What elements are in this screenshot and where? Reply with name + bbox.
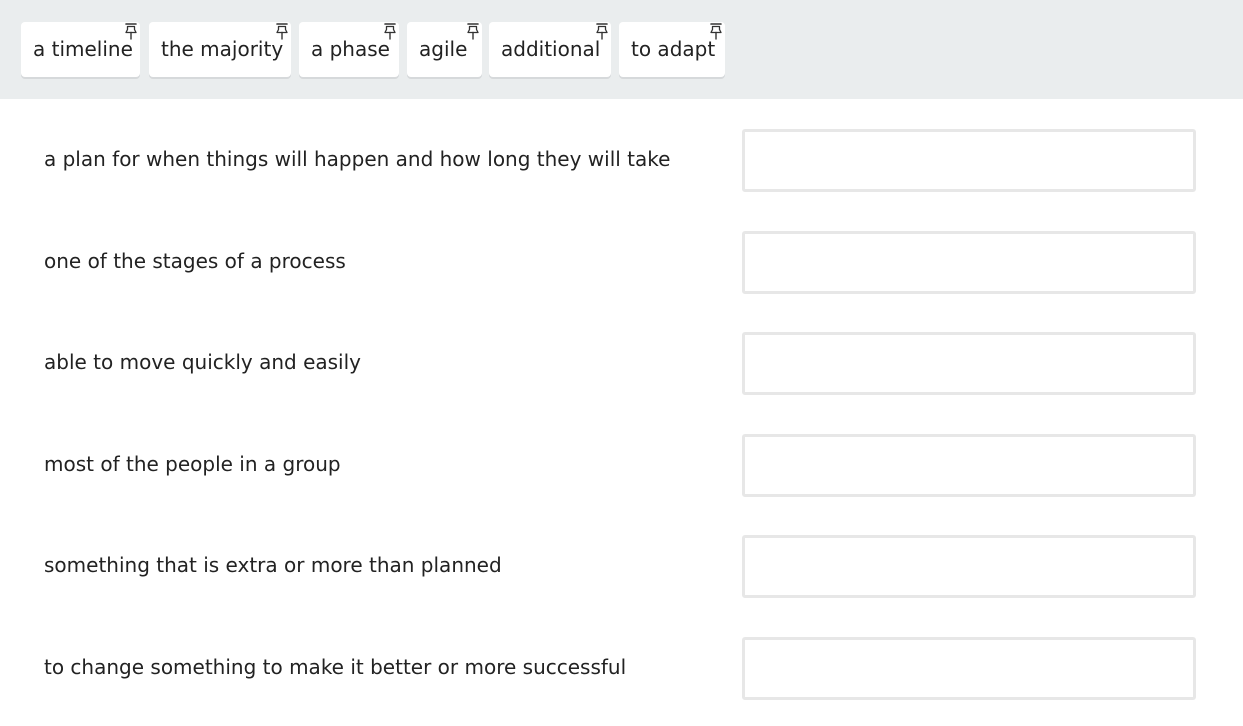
pin-icon[interactable] xyxy=(466,22,480,41)
word-chip-agile[interactable]: agile xyxy=(407,22,482,77)
pin-icon[interactable] xyxy=(709,22,723,41)
pin-icon[interactable] xyxy=(383,22,397,41)
pin-icon[interactable] xyxy=(275,22,289,41)
chip-label: agile xyxy=(419,37,468,61)
chip-label: a timeline xyxy=(33,37,133,61)
definition-text: to change something to make it better or… xyxy=(44,655,627,679)
word-chip-additional[interactable]: additional xyxy=(489,22,611,77)
answer-drop-zone[interactable] xyxy=(742,535,1196,598)
answer-drop-zone[interactable] xyxy=(742,637,1196,700)
word-chip-a-timeline[interactable]: a timeline xyxy=(21,22,140,77)
chip-label: additional xyxy=(501,37,601,61)
chip-label: the majority xyxy=(161,37,284,61)
definition-text: most of the people in a group xyxy=(44,452,341,476)
chip-label: to adapt xyxy=(631,37,716,61)
pin-icon[interactable] xyxy=(595,22,609,41)
definition-text: one of the stages of a process xyxy=(44,249,346,273)
pin-icon[interactable] xyxy=(124,22,138,41)
answer-drop-zone[interactable] xyxy=(742,129,1196,192)
word-chip-the-majority[interactable]: the majority xyxy=(149,22,291,77)
definition-text: something that is extra or more than pla… xyxy=(44,553,502,577)
answer-drop-zone[interactable] xyxy=(742,332,1196,395)
definition-text: a plan for when things will happen and h… xyxy=(44,147,671,171)
chip-label: a phase xyxy=(311,37,390,61)
answer-drop-zone[interactable] xyxy=(742,434,1196,497)
definition-text: able to move quickly and easily xyxy=(44,350,361,374)
word-bank: a timeline the majority a phase agile ad… xyxy=(0,0,1243,99)
word-chip-a-phase[interactable]: a phase xyxy=(299,22,399,77)
word-chip-to-adapt[interactable]: to adapt xyxy=(619,22,725,77)
answer-drop-zone[interactable] xyxy=(742,231,1196,294)
